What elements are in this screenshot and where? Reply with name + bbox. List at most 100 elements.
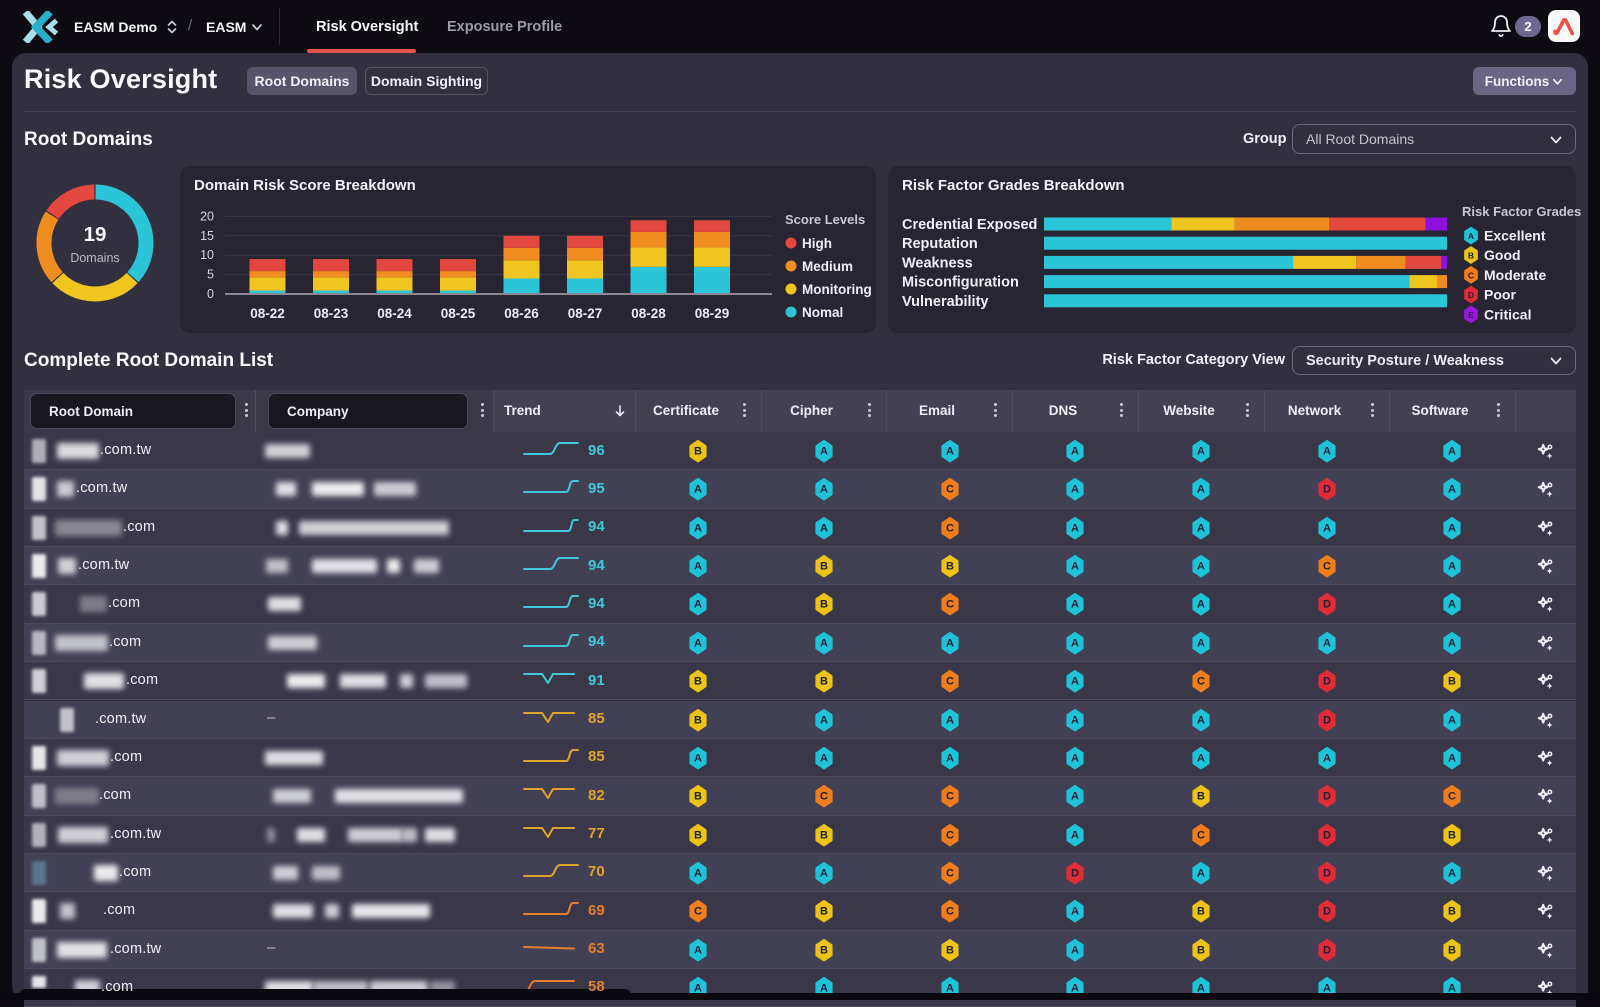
svg-text:Moderate: Moderate [1484, 267, 1546, 283]
svg-text:B: B [946, 561, 954, 573]
svg-text:B: B [820, 599, 828, 611]
svg-text:C: C [1197, 829, 1205, 841]
svg-text:A: A [1323, 446, 1331, 458]
svg-text:A: A [1197, 752, 1205, 764]
svg-text:A: A [1448, 868, 1456, 880]
svg-text:C: C [946, 484, 954, 496]
svg-text:A: A [1197, 714, 1205, 726]
svg-text:15: 15 [200, 229, 214, 243]
svg-text:B: B [1448, 676, 1456, 688]
svg-text:C: C [1323, 561, 1331, 573]
svg-text:A: A [1071, 599, 1079, 611]
svg-text:A: A [1197, 522, 1205, 534]
svg-text:B: B [820, 906, 828, 918]
svg-text:10: 10 [200, 248, 214, 262]
svg-text:A: A [946, 637, 954, 649]
svg-text:B: B [694, 829, 702, 841]
svg-text:D: D [1071, 868, 1079, 880]
svg-text:A: A [694, 484, 702, 496]
svg-text:D: D [1323, 676, 1331, 688]
svg-text:Risk Factor Grades: Risk Factor Grades [1462, 204, 1581, 219]
svg-text:08-24: 08-24 [377, 306, 412, 321]
svg-text:Critical: Critical [1484, 306, 1531, 322]
svg-text:Good: Good [1484, 247, 1521, 263]
svg-text:08-22: 08-22 [250, 306, 285, 321]
svg-text:B: B [1448, 944, 1456, 956]
svg-text:A: A [820, 752, 828, 764]
svg-text:08-25: 08-25 [441, 306, 476, 321]
svg-text:A: A [1197, 446, 1205, 458]
svg-text:Medium: Medium [802, 259, 853, 274]
svg-text:A: A [1197, 561, 1205, 573]
svg-text:C: C [1448, 791, 1456, 803]
svg-text:A: A [1448, 561, 1456, 573]
svg-text:A: A [1197, 599, 1205, 611]
svg-text:Misconfiguration: Misconfiguration [902, 275, 1019, 291]
svg-text:B: B [820, 829, 828, 841]
svg-text:D: D [1323, 714, 1331, 726]
svg-text:A: A [1071, 714, 1079, 726]
svg-text:C: C [946, 868, 954, 880]
svg-text:Poor: Poor [1484, 287, 1516, 303]
svg-text:A: A [946, 752, 954, 764]
svg-text:A: A [1071, 637, 1079, 649]
svg-text:C: C [694, 906, 702, 918]
svg-text:A: A [1448, 637, 1456, 649]
svg-text:A: A [820, 484, 828, 496]
svg-text:A: A [1197, 637, 1205, 649]
svg-text:B: B [820, 944, 828, 956]
svg-text:A: A [1448, 752, 1456, 764]
svg-text:A: A [1071, 829, 1079, 841]
svg-text:A: A [694, 637, 702, 649]
svg-text:A: A [1071, 561, 1079, 573]
svg-text:Excellent: Excellent [1484, 228, 1546, 244]
svg-text:0: 0 [207, 287, 214, 301]
svg-text:A: A [1071, 944, 1079, 956]
svg-text:A: A [1448, 484, 1456, 496]
svg-text:5: 5 [207, 268, 214, 282]
svg-text:A: A [694, 561, 702, 573]
svg-text:Nomal: Nomal [802, 305, 843, 320]
svg-text:D: D [1468, 290, 1474, 300]
svg-text:08-29: 08-29 [695, 306, 730, 321]
svg-text:A: A [1323, 637, 1331, 649]
svg-text:08-27: 08-27 [568, 306, 603, 321]
svg-text:D: D [1323, 868, 1331, 880]
svg-text:A: A [1071, 791, 1079, 803]
svg-text:A: A [1071, 446, 1079, 458]
svg-text:A: A [694, 944, 702, 956]
svg-text:C: C [946, 676, 954, 688]
svg-text:B: B [1197, 906, 1205, 918]
svg-text:E: E [1468, 310, 1474, 320]
svg-text:D: D [1323, 599, 1331, 611]
svg-text:A: A [1197, 484, 1205, 496]
svg-text:C: C [1468, 270, 1474, 280]
svg-text:B: B [694, 676, 702, 688]
svg-text:08-23: 08-23 [314, 306, 349, 321]
svg-text:A: A [1071, 484, 1079, 496]
svg-text:20: 20 [200, 209, 214, 223]
svg-text:A: A [1468, 231, 1474, 241]
svg-text:A: A [820, 714, 828, 726]
svg-text:B: B [946, 944, 954, 956]
svg-text:A: A [694, 868, 702, 880]
svg-text:D: D [1323, 944, 1331, 956]
svg-text:A: A [1071, 752, 1079, 764]
svg-text:A: A [1197, 868, 1205, 880]
svg-text:Monitoring: Monitoring [802, 282, 872, 297]
svg-text:A: A [1071, 522, 1079, 534]
svg-text:C: C [946, 906, 954, 918]
svg-text:A: A [1448, 599, 1456, 611]
svg-text:D: D [1323, 484, 1331, 496]
svg-text:B: B [820, 561, 828, 573]
svg-text:C: C [946, 791, 954, 803]
svg-text:A: A [820, 868, 828, 880]
svg-text:A: A [694, 752, 702, 764]
svg-text:B: B [694, 791, 702, 803]
svg-text:A: A [1323, 522, 1331, 534]
svg-text:Weakness: Weakness [902, 255, 973, 271]
svg-text:A: A [1071, 906, 1079, 918]
svg-text:B: B [1468, 251, 1474, 261]
svg-text:08-26: 08-26 [504, 306, 539, 321]
svg-text:D: D [1323, 829, 1331, 841]
